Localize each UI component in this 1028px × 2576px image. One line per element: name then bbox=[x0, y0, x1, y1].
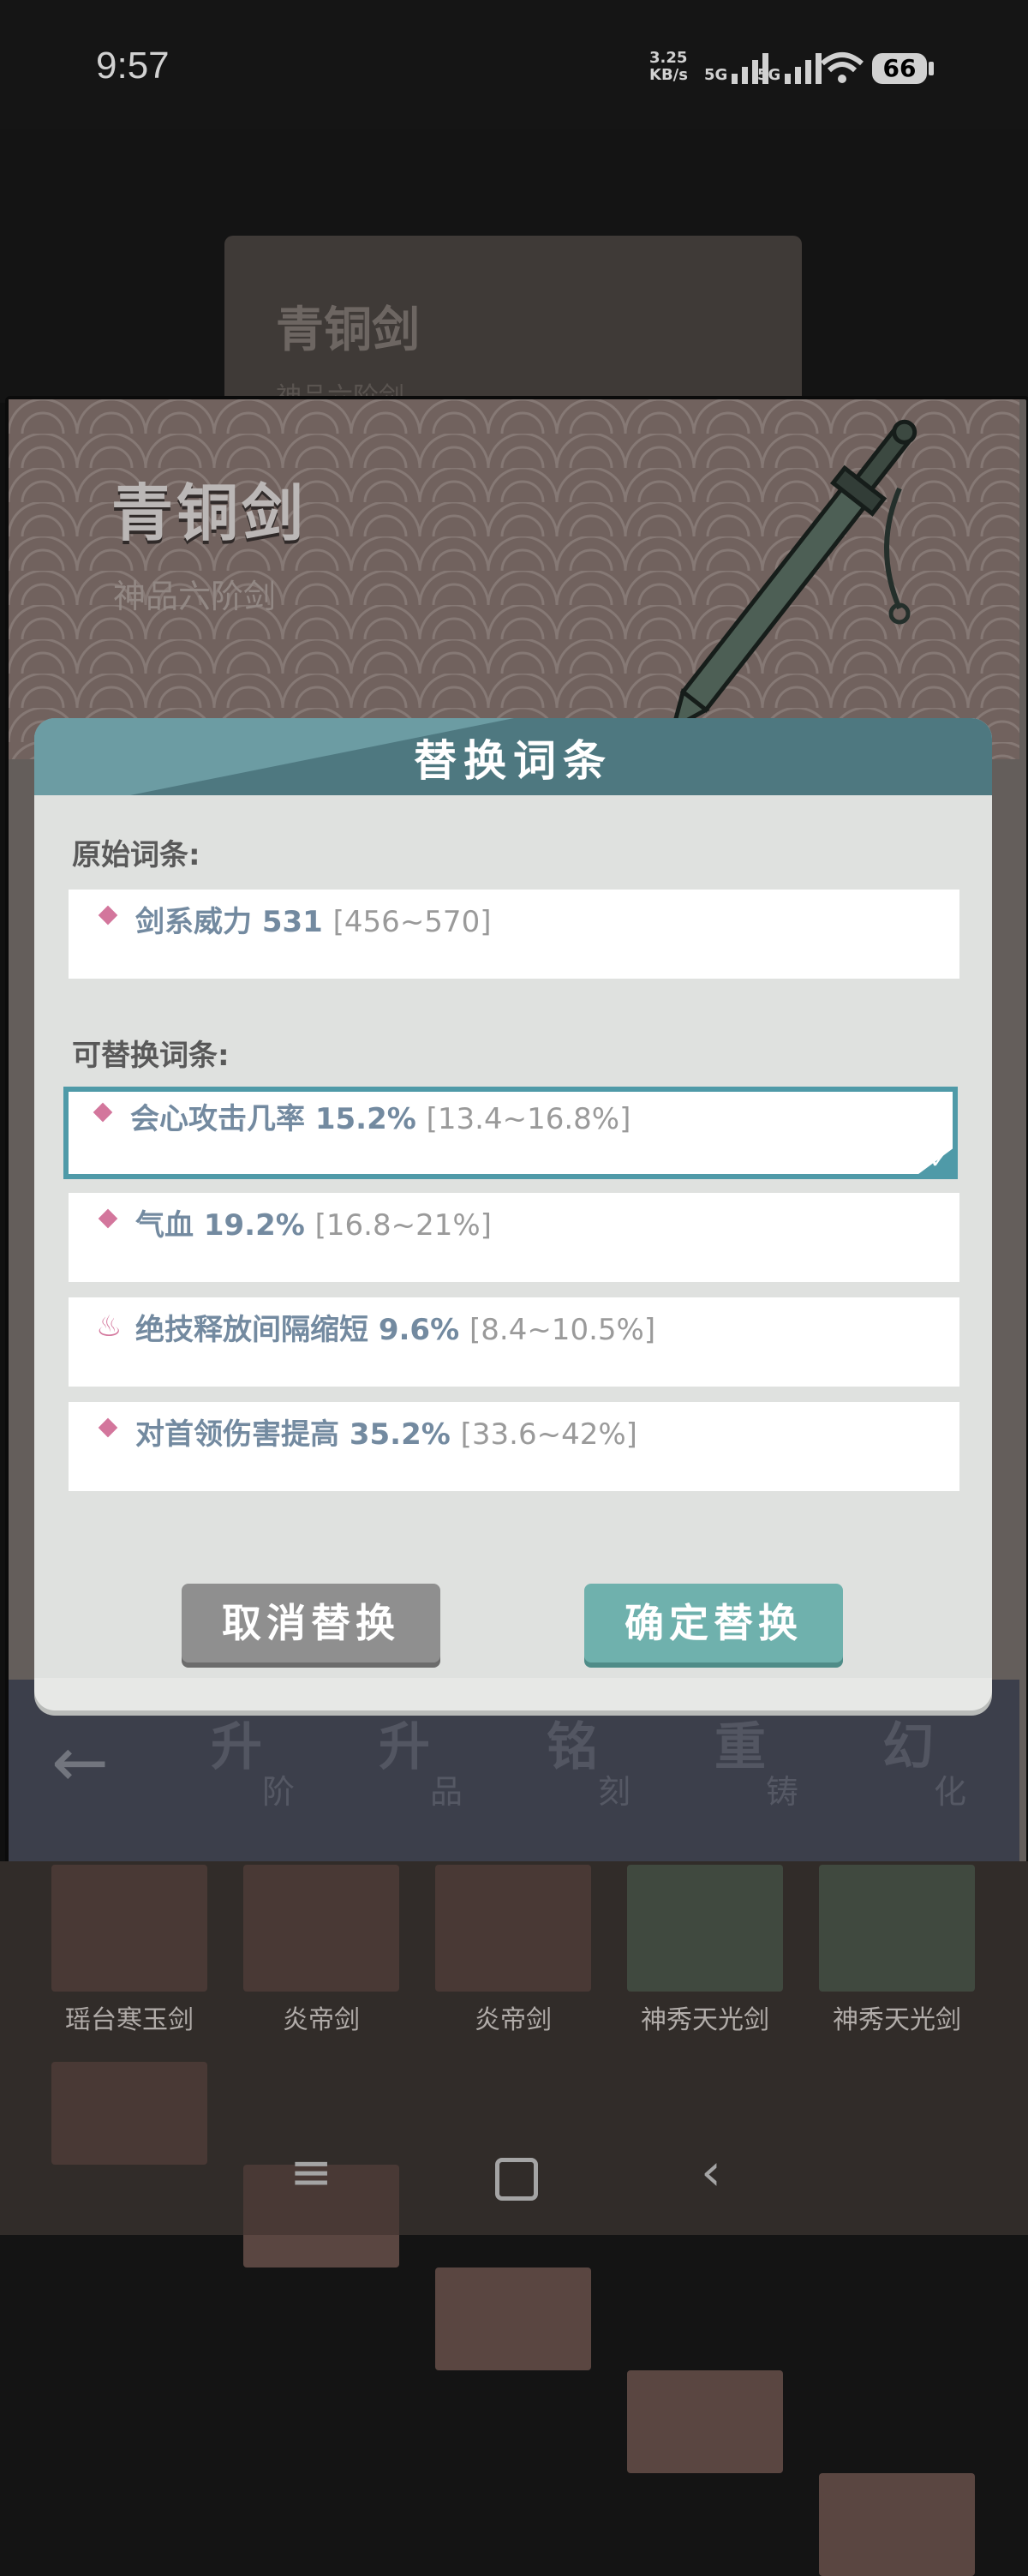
entry-text: 对首领伤害提高 35.2% [33.6~42%] bbox=[135, 1411, 637, 1453]
original-entry-label: 原始词条: bbox=[72, 838, 200, 872]
net-speed-value: 3.25 bbox=[649, 49, 688, 67]
toolbar-item-main: 幻 bbox=[882, 1717, 934, 1777]
home-icon[interactable] bbox=[495, 2158, 538, 2201]
entry-text: 剑系威力 531 [456~570] bbox=[135, 898, 491, 940]
toolbar-item-main: 升 bbox=[379, 1717, 430, 1777]
option-entry-selected[interactable]: 会心攻击几率 15.2% [13.4~16.8%] ✓ bbox=[63, 1087, 958, 1179]
option-entry[interactable]: 对首领伤害提高 35.2% [33.6~42%] bbox=[69, 1402, 959, 1491]
entry-range: [33.6~42%] bbox=[460, 1417, 637, 1452]
toolbar-item-sub: 刻 bbox=[598, 1773, 631, 1811]
net-speed-unit: KB/s bbox=[649, 66, 688, 84]
entry-value: 绝技释放间隔缩短 9.6% bbox=[135, 1313, 460, 1347]
sim2-label: 5G bbox=[757, 66, 781, 84]
weapon-card-name: 神秀天光剑 bbox=[641, 2005, 769, 2035]
weapon-card[interactable]: 炎帝剑 bbox=[243, 1865, 399, 2036]
option-entry[interactable]: 气血 19.2% [16.8~21%] bbox=[69, 1193, 959, 1282]
weapon-thumbnail[interactable] bbox=[627, 2370, 783, 2473]
option-entry[interactable]: ♨ 绝技释放间隔缩短 9.6% [8.4~10.5%] bbox=[69, 1297, 959, 1387]
entry-range: [13.4~16.8%] bbox=[426, 1102, 631, 1136]
weapon-card-name: 炎帝剑 bbox=[475, 2005, 552, 2035]
weapon-grade: 神品六阶剑 bbox=[113, 578, 277, 615]
back-icon[interactable]: ‹ bbox=[701, 2142, 721, 2202]
replaceable-entries-label: 可替换词条: bbox=[72, 1039, 230, 1073]
toolbar-upgrade-tier[interactable]: 升 阶 bbox=[176, 1705, 344, 1834]
weapon-thumbnail bbox=[435, 1865, 591, 1992]
toolbar-item-sub: 化 bbox=[934, 1773, 967, 1811]
weapon-thumbnail[interactable] bbox=[435, 2267, 591, 2370]
toolbar-reforge[interactable]: 重 铸 bbox=[680, 1705, 848, 1834]
weapon-thumbnail[interactable] bbox=[819, 2473, 975, 2576]
toolbar-item-main: 重 bbox=[714, 1717, 766, 1777]
toolbar-engrave[interactable]: 铭 刻 bbox=[512, 1705, 680, 1834]
battery-icon: 66 bbox=[872, 53, 927, 84]
clock: 9:57 bbox=[96, 45, 170, 87]
entry-value: 剑系威力 531 bbox=[135, 905, 323, 939]
weapon-card-name: 炎帝剑 bbox=[283, 2005, 360, 2035]
entry-text: 会心攻击几率 15.2% [13.4~16.8%] bbox=[130, 1095, 631, 1137]
diamond-icon bbox=[98, 1417, 118, 1438]
weapon-card[interactable]: 神秀天光剑 bbox=[819, 1865, 975, 2036]
weapon-card-name: 神秀天光剑 bbox=[833, 2005, 961, 2035]
cancel-replace-button[interactable]: 取消替换 bbox=[182, 1584, 440, 1662]
flame-icon: ♨ bbox=[96, 1309, 123, 1344]
menu-icon[interactable]: ≡ bbox=[290, 2142, 332, 2202]
toolbar-item-sub: 阶 bbox=[262, 1773, 296, 1811]
weapon-name: 青铜剑 bbox=[111, 476, 308, 549]
background-card-title: 青铜剑 bbox=[276, 302, 420, 358]
dialog-title: 替换词条 bbox=[414, 735, 613, 786]
signal-icon-2: 5G bbox=[757, 51, 822, 84]
entry-value: 会心攻击几率 15.2% bbox=[130, 1102, 416, 1136]
entry-text: 绝技释放间隔缩短 9.6% [8.4~10.5%] bbox=[135, 1306, 655, 1348]
weapon-thumbnail[interactable] bbox=[51, 2062, 207, 2165]
weapon-thumbnail bbox=[819, 1865, 975, 1992]
entry-value: 气血 19.2% bbox=[135, 1208, 305, 1243]
sim1-label: 5G bbox=[704, 66, 728, 84]
arrow-left-icon[interactable]: ← bbox=[51, 1722, 109, 1802]
weapon-card[interactable]: 炎帝剑 bbox=[435, 1865, 591, 2036]
weapon-card-name: 瑶台寒玉剑 bbox=[65, 2005, 194, 2035]
entry-value: 对首领伤害提高 35.2% bbox=[135, 1417, 451, 1452]
wifi-icon bbox=[821, 52, 864, 83]
check-icon: ✓ bbox=[929, 1146, 949, 1174]
toolbar-item-sub: 品 bbox=[430, 1773, 463, 1811]
entry-range: [16.8~21%] bbox=[314, 1208, 492, 1243]
original-entry: 剑系威力 531 [456~570] bbox=[69, 890, 959, 979]
entry-text: 气血 19.2% [16.8~21%] bbox=[135, 1201, 492, 1243]
weapon-thumbnail bbox=[243, 1865, 399, 1992]
toolbar-item-main: 铭 bbox=[547, 1717, 598, 1777]
entry-range: [8.4~10.5%] bbox=[469, 1313, 656, 1347]
diamond-icon bbox=[93, 1102, 113, 1123]
sword-image bbox=[670, 419, 917, 733]
toolbar-transform[interactable]: 幻 化 bbox=[848, 1705, 1016, 1834]
confirm-replace-button[interactable]: 确定替换 bbox=[584, 1584, 843, 1662]
diamond-icon bbox=[98, 1208, 118, 1229]
toolbar-upgrade-grade[interactable]: 升 品 bbox=[344, 1705, 512, 1834]
toolbar-item-main: 升 bbox=[211, 1717, 262, 1777]
entry-range: [456~570] bbox=[332, 905, 492, 939]
toolbar-item-sub: 铸 bbox=[766, 1773, 799, 1811]
weapon-card[interactable]: 神秀天光剑 bbox=[627, 1865, 783, 2036]
network-speed: 3.25 KB/s bbox=[649, 50, 688, 84]
battery-tip bbox=[929, 62, 934, 75]
weapon-card[interactable]: 瑶台寒玉剑 bbox=[51, 1865, 207, 2036]
weapon-thumbnail bbox=[627, 1865, 783, 1992]
diamond-icon bbox=[98, 905, 118, 926]
weapon-thumbnail bbox=[51, 1865, 207, 1992]
